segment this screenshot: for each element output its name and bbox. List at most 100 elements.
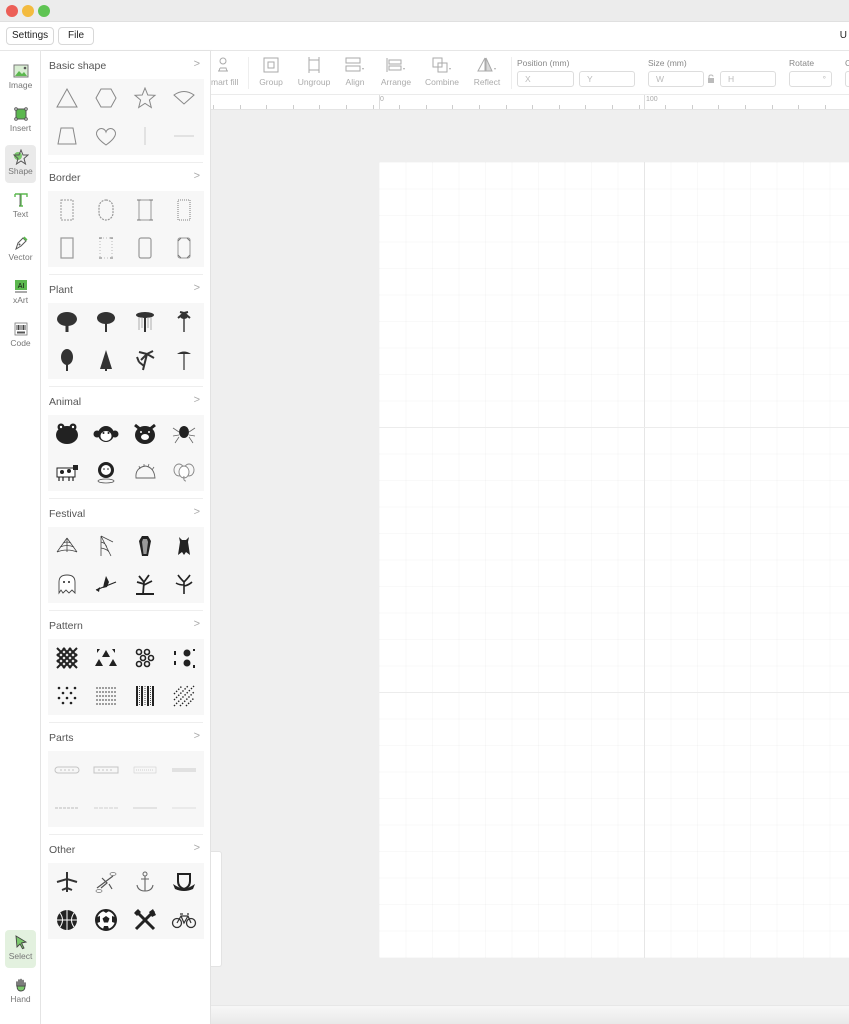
shape-hexagon[interactable]: [87, 79, 125, 116]
rail-item-shape[interactable]: Shape: [5, 145, 36, 183]
shape-border-3[interactable]: [126, 191, 164, 228]
file-button[interactable]: File: [58, 27, 95, 45]
window-minimize-button[interactable]: [22, 5, 34, 17]
rail-item-image[interactable]: Image: [5, 59, 36, 97]
shape-part-8[interactable]: [165, 789, 203, 826]
shape-stripes[interactable]: [126, 677, 164, 714]
shape-trapezoid[interactable]: [48, 117, 86, 154]
shape-web-corner[interactable]: [87, 527, 125, 564]
reflect-button[interactable]: Reflect: [470, 56, 504, 87]
shape-part-6[interactable]: [87, 789, 125, 826]
position-y-input[interactable]: Y: [579, 71, 635, 87]
shape-heart[interactable]: [87, 117, 125, 154]
shape-cow[interactable]: [48, 453, 86, 490]
shape-tree-tall[interactable]: [48, 341, 86, 378]
align-button[interactable]: Align: [341, 56, 369, 87]
shape-witch[interactable]: [87, 565, 125, 602]
shape-bat[interactable]: [165, 527, 203, 564]
window-maximize-button[interactable]: [38, 5, 50, 17]
size-w-input[interactable]: W: [648, 71, 704, 87]
group-button[interactable]: Group: [255, 56, 287, 87]
horizontal-scrollbar[interactable]: [211, 1005, 849, 1024]
shape-hedgehog[interactable]: [126, 453, 164, 490]
chevron-right-icon[interactable]: >: [194, 170, 200, 182]
shape-spider-web[interactable]: [48, 527, 86, 564]
shape-part-7[interactable]: [126, 789, 164, 826]
shape-part-3[interactable]: [126, 751, 164, 788]
shape-fan[interactable]: [165, 79, 203, 116]
shape-part-4[interactable]: [165, 751, 203, 788]
shape-part-5[interactable]: [48, 789, 86, 826]
panel-collapse-tab[interactable]: [211, 851, 222, 967]
shape-triangles[interactable]: [87, 639, 125, 676]
chevron-right-icon[interactable]: >: [194, 58, 200, 70]
combine-button[interactable]: Combine: [422, 56, 462, 87]
size-h-input[interactable]: H: [720, 71, 776, 87]
truncated-input[interactable]: [845, 71, 849, 87]
shape-horizontal-line[interactable]: [165, 117, 203, 154]
shape-soccer-ball[interactable]: [87, 901, 125, 938]
chevron-right-icon[interactable]: >: [194, 618, 200, 630]
section-header[interactable]: Animal >: [41, 389, 211, 413]
shape-coffin[interactable]: [126, 527, 164, 564]
shape-lattice[interactable]: [48, 639, 86, 676]
shape-border-1[interactable]: [48, 191, 86, 228]
shape-spider[interactable]: [165, 415, 203, 452]
section-header[interactable]: Basic shape >: [41, 53, 211, 77]
canvas-area[interactable]: [211, 110, 849, 1005]
shape-border-8[interactable]: [165, 229, 203, 266]
shape-elephant[interactable]: [165, 453, 203, 490]
shape-bicycle[interactable]: [165, 901, 203, 938]
chevron-right-icon[interactable]: >: [194, 730, 200, 742]
shape-umbrella-tree[interactable]: [165, 341, 203, 378]
section-header[interactable]: Pattern >: [41, 613, 211, 637]
shape-ghost[interactable]: [48, 565, 86, 602]
chevron-right-icon[interactable]: >: [194, 506, 200, 518]
shape-palm-small[interactable]: [165, 303, 203, 340]
shape-frog[interactable]: [48, 415, 86, 452]
shape-tree-broad[interactable]: [87, 303, 125, 340]
section-header[interactable]: Border >: [41, 165, 211, 189]
shape-tree-round[interactable]: [48, 303, 86, 340]
shape-airplane[interactable]: [48, 863, 86, 900]
shape-monkey[interactable]: [87, 415, 125, 452]
shape-border-6[interactable]: [87, 229, 125, 266]
shape-palm-tree[interactable]: [126, 341, 164, 378]
rail-item-insert[interactable]: Insert: [5, 102, 36, 140]
position-x-input[interactable]: X: [517, 71, 574, 87]
shape-border-oval[interactable]: [87, 191, 125, 228]
shape-border-5[interactable]: [48, 229, 86, 266]
shape-diagonal-dots[interactable]: [165, 677, 203, 714]
shape-dashes[interactable]: [87, 677, 125, 714]
shape-border-7[interactable]: [126, 229, 164, 266]
chevron-right-icon[interactable]: >: [194, 842, 200, 854]
shape-rings[interactable]: [126, 639, 164, 676]
shape-part-2[interactable]: [87, 751, 125, 788]
arrange-button[interactable]: Arrange: [378, 56, 414, 87]
shape-border-4[interactable]: [165, 191, 203, 228]
rail-item-text[interactable]: Text: [5, 188, 36, 226]
rail-item-code[interactable]: Code: [5, 317, 36, 355]
rail-item-vector[interactable]: Vector: [5, 231, 36, 269]
shape-tree-willow[interactable]: [126, 303, 164, 340]
rail-item-xart[interactable]: AI xArt: [5, 274, 36, 312]
shape-haunted-tree[interactable]: [126, 565, 164, 602]
shape-pine-tree[interactable]: [87, 341, 125, 378]
shape-lion[interactable]: [87, 453, 125, 490]
rotate-input[interactable]: °: [789, 71, 832, 87]
shape-shield-banner[interactable]: [165, 863, 203, 900]
shape-dots[interactable]: [48, 677, 86, 714]
shape-star[interactable]: [126, 79, 164, 116]
smart-fill-button[interactable]: mart fill: [211, 56, 241, 87]
rail-item-hand[interactable]: Hand: [5, 973, 36, 1011]
shape-anchor[interactable]: [126, 863, 164, 900]
shape-airplane-clouds[interactable]: [87, 863, 125, 900]
shape-spooky-tree[interactable]: [165, 565, 203, 602]
section-header[interactable]: Plant >: [41, 277, 211, 301]
shape-gears[interactable]: [165, 639, 203, 676]
shape-pig[interactable]: [126, 415, 164, 452]
section-header[interactable]: Other >: [41, 837, 211, 861]
shape-vertical-line[interactable]: [126, 117, 164, 154]
chevron-right-icon[interactable]: >: [194, 394, 200, 406]
shape-part-1[interactable]: [48, 751, 86, 788]
